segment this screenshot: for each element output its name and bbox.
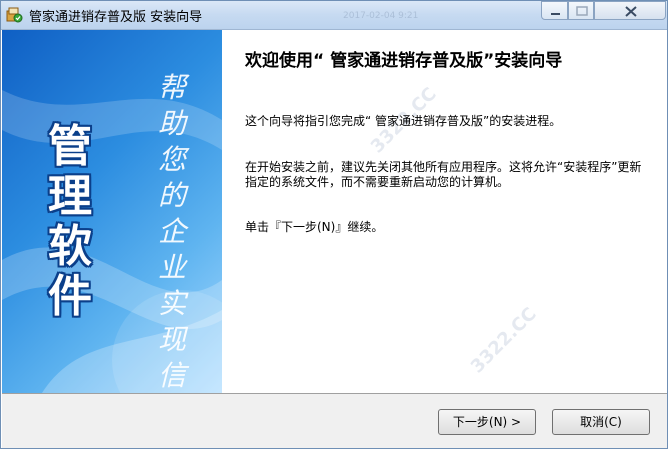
minimize-icon xyxy=(551,13,560,15)
background-timestamp: 2017-02-04 9:21 xyxy=(343,11,419,21)
installer-window: 管家通进销存普及版 安装向导 2017-02-04 9:21 管理软件 帮助您的… xyxy=(0,0,668,449)
window-title: 管家通进销存普及版 安装向导 xyxy=(29,10,203,25)
cancel-button[interactable]: 取消(C) xyxy=(552,409,650,435)
side-banner-image: 管理软件 帮助您的企业实现信息化 xyxy=(2,30,222,393)
title-bar[interactable]: 管家通进销存普及版 安装向导 2017-02-04 9:21 xyxy=(1,1,667,30)
installer-app-icon xyxy=(6,7,23,23)
advice-text: 在开始安装之前，建议先关闭其他所有应用程序。这将允许“安装程序”更新指定的系统文… xyxy=(245,160,642,189)
brand-logo-text: 管理软件 xyxy=(48,121,92,322)
continue-instruction: 单击『下一步(N)』继续。 xyxy=(245,220,384,234)
maximize-icon xyxy=(576,6,588,16)
welcome-panel: 3322.CC 3322.CC 欢迎使用“ 管家通进销存普及版”安装向导 这个向… xyxy=(222,30,667,393)
maximize-button[interactable] xyxy=(568,1,594,20)
close-button[interactable] xyxy=(594,1,666,20)
button-bar: 下一步(N) > 取消(C) xyxy=(2,393,667,448)
close-icon xyxy=(625,6,637,17)
next-button[interactable]: 下一步(N) > xyxy=(438,409,536,435)
watermark: 3322.CC xyxy=(466,303,541,378)
intro-text: 这个向导将指引您完成“ 管家通进销存普及版”的安装进程。 xyxy=(245,114,562,128)
minimize-button[interactable] xyxy=(541,1,568,20)
welcome-heading: 欢迎使用“ 管家通进销存普及版”安装向导 xyxy=(245,51,563,71)
banner-slogan: 帮助您的企业实现信息化 xyxy=(157,71,186,392)
